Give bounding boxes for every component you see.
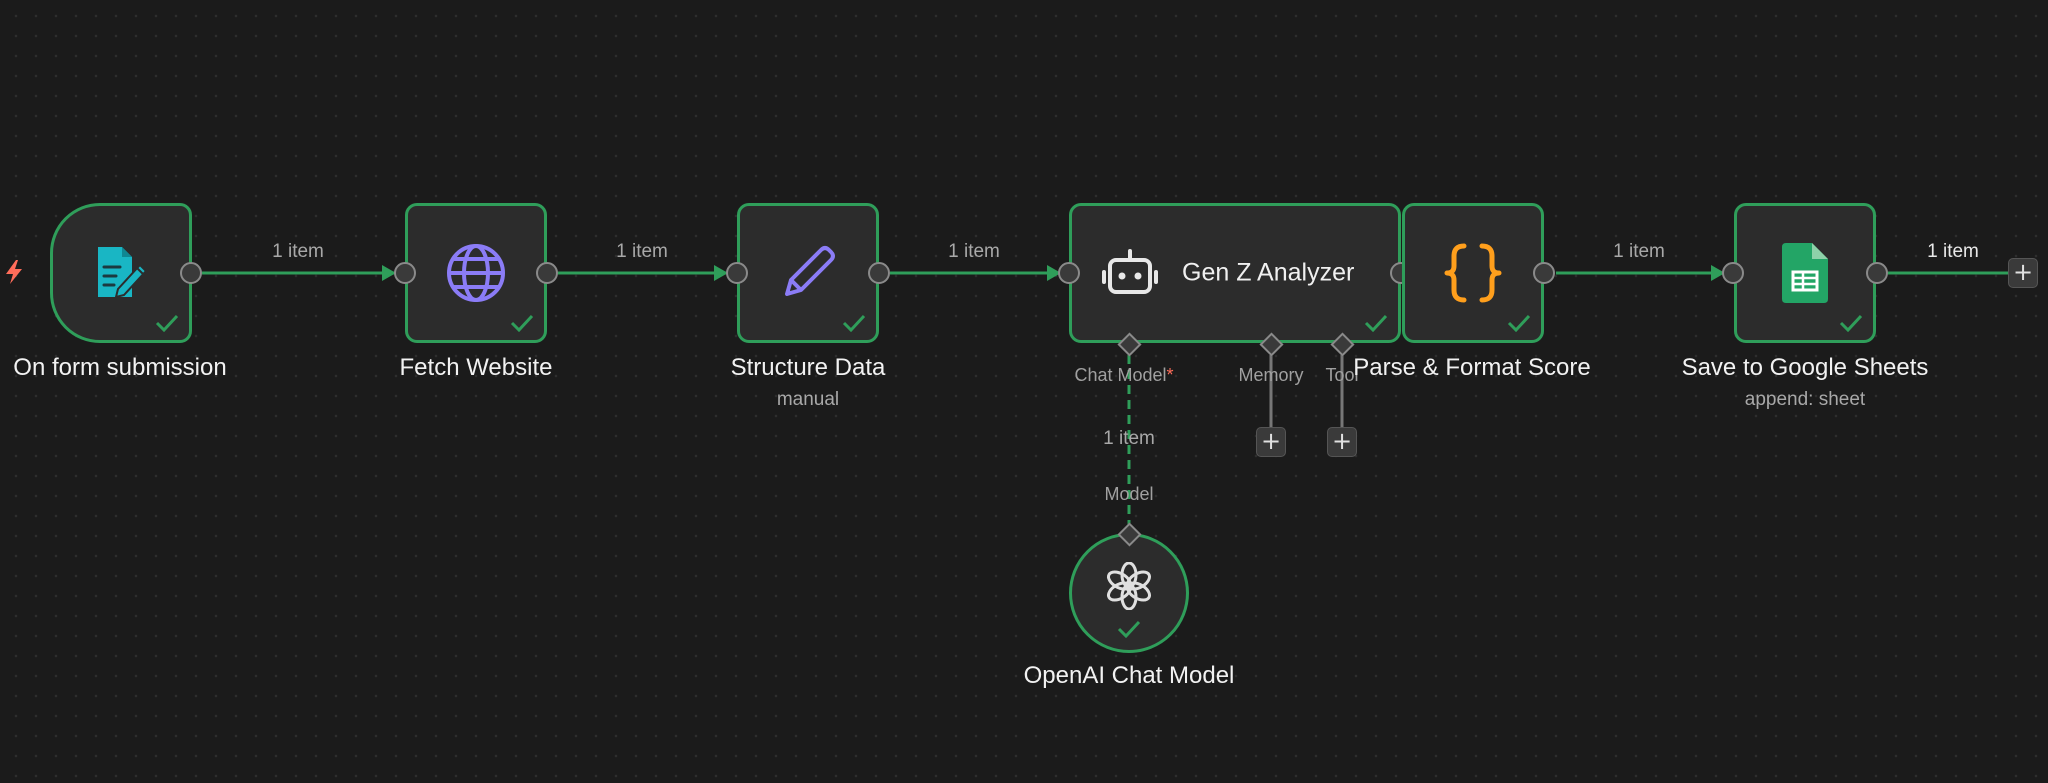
node-on-form-submission[interactable] (50, 203, 192, 343)
node-label: On form submission (13, 354, 227, 381)
input-port-sheets[interactable] (1722, 262, 1744, 284)
success-check-icon (1839, 314, 1863, 332)
pencil-icon (785, 246, 835, 296)
globe-icon (447, 244, 505, 302)
edge-label-sheets-out: 1 item (1927, 241, 1979, 262)
node-label: OpenAI Chat Model (1023, 662, 1235, 689)
node-title: Gen Z Analyzer (1182, 258, 1355, 287)
node-parse-format-score[interactable] (1402, 203, 1544, 343)
robot-icon (1102, 249, 1158, 294)
node-label: Save to Google Sheets (1681, 354, 1929, 381)
output-port-sheets[interactable] (1866, 262, 1888, 284)
edge-label-fetch-structure: 1 item (616, 241, 668, 262)
openai-icon (1107, 562, 1151, 611)
node-subtitle: append: sheet (1744, 389, 1866, 410)
node-fetch-website[interactable] (405, 203, 547, 343)
success-check-icon (1364, 314, 1388, 332)
success-check-icon (510, 314, 534, 332)
edge-label-form-fetch: 1 item (272, 241, 324, 262)
code-braces-icon (1444, 243, 1502, 303)
node-openai-chat-model[interactable] (1069, 533, 1189, 653)
success-check-icon (155, 314, 179, 332)
add-memory-button[interactable]: + (1256, 427, 1286, 457)
edge-label-model-agent: 1 item (1103, 428, 1155, 449)
node-gen-z-analyzer[interactable]: Gen Z Analyzer (1069, 203, 1401, 343)
output-port-parse[interactable] (1533, 262, 1555, 284)
output-port-structure[interactable] (868, 262, 890, 284)
output-port-form[interactable] (180, 262, 202, 284)
trigger-bolt-icon (6, 260, 22, 284)
memory-port-label: Memory (1238, 365, 1304, 385)
node-save-to-google-sheets[interactable] (1734, 203, 1876, 343)
success-check-icon (1117, 620, 1141, 638)
required-marker: * (1166, 365, 1174, 385)
success-check-icon (1507, 314, 1531, 332)
input-port-structure[interactable] (726, 262, 748, 284)
input-port-fetch[interactable] (394, 262, 416, 284)
model-input-label: Model (1104, 484, 1154, 504)
add-tool-button[interactable]: + (1327, 427, 1357, 457)
node-label: Parse & Format Score (1353, 354, 1591, 381)
edge-label-parse-sheets: 1 item (1613, 241, 1665, 262)
output-port-fetch[interactable] (536, 262, 558, 284)
node-structure-data[interactable] (737, 203, 879, 343)
chat-model-port-label: Chat Model* (1074, 365, 1174, 385)
input-port-agent[interactable] (1058, 262, 1080, 284)
node-subtitle: manual (776, 389, 840, 410)
google-sheets-icon (1782, 243, 1828, 303)
edge-label-structure-agent: 1 item (948, 241, 1000, 262)
add-next-node-button[interactable]: + (2008, 258, 2038, 288)
node-label: Structure Data (730, 354, 886, 381)
form-edit-icon (98, 247, 148, 299)
success-check-icon (842, 314, 866, 332)
node-label: Fetch Website (399, 354, 553, 381)
